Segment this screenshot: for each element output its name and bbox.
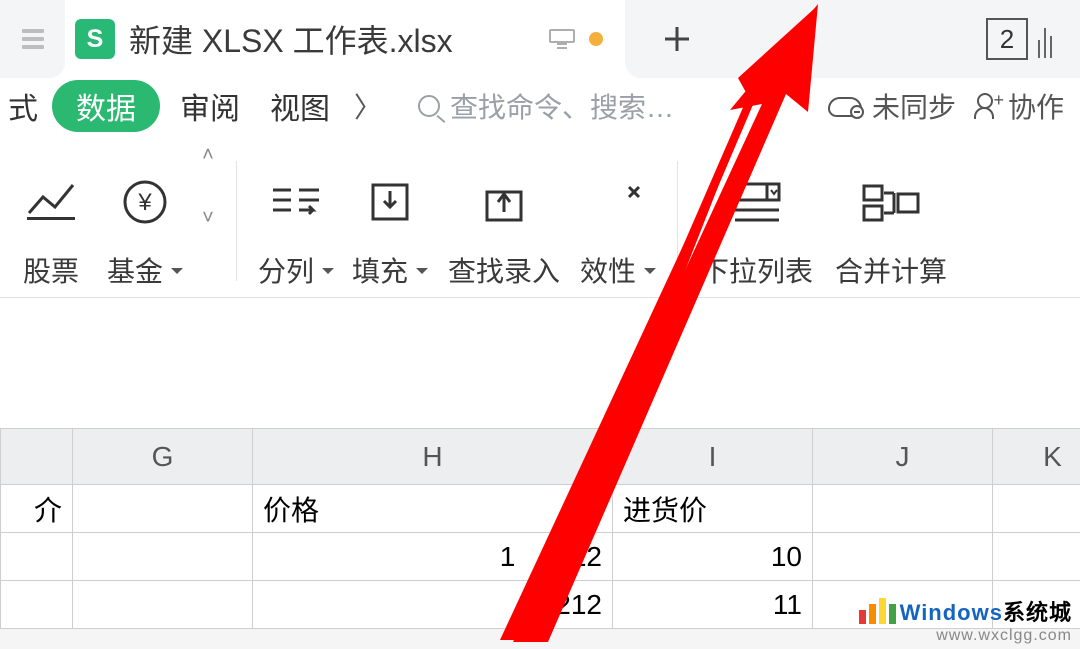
- command-search[interactable]: 查找命令、搜索…: [396, 86, 684, 126]
- fund-label: 基金: [107, 250, 183, 290]
- collaborate-button[interactable]: + 协作: [974, 86, 1064, 126]
- fill-button[interactable]: 填充: [345, 144, 435, 290]
- ribbon-divider: [677, 161, 678, 281]
- tab-data[interactable]: 数据: [52, 80, 160, 132]
- validity-label: 效性: [580, 250, 656, 290]
- dropdown-list-icon: [731, 172, 783, 232]
- sync-status[interactable]: 未同步: [828, 86, 956, 126]
- fill-label: 填充: [352, 250, 428, 290]
- sync-label: 未同步: [872, 86, 956, 126]
- window-list-icon[interactable]: [1038, 20, 1052, 58]
- cell[interactable]: [993, 485, 1080, 533]
- cell[interactable]: [1, 533, 73, 581]
- menu-bar: 式 数据 审阅 视图 〉 查找命令、搜索… 未同步 + 协作: [0, 78, 1080, 134]
- title-bar: S 新建 XLSX 工作表.xlsx 2: [0, 0, 1080, 78]
- find-input-label: 查找录入: [448, 250, 560, 290]
- window-count-indicator[interactable]: 2: [986, 18, 1028, 60]
- column-header[interactable]: [1, 429, 73, 485]
- cell[interactable]: [813, 485, 993, 533]
- column-header-row[interactable]: G H I J K: [1, 429, 1080, 485]
- plus-icon: [665, 27, 689, 51]
- split-column-button[interactable]: 分列: [251, 144, 341, 290]
- dropdown-list-label: 下拉列表: [701, 250, 813, 290]
- new-tab-button[interactable]: [647, 0, 707, 78]
- fill-icon: [367, 172, 413, 232]
- fund-button[interactable]: ¥ 基金: [100, 144, 190, 290]
- cloud-icon: [828, 95, 862, 117]
- ribbon: 股票 ¥ 基金 ˄ ˅ 分列 填充: [0, 134, 1080, 298]
- cell[interactable]: 10: [613, 533, 813, 581]
- formula-bar-area: [0, 298, 1080, 428]
- column-header-j[interactable]: J: [813, 429, 993, 485]
- validity-button[interactable]: 效性: [573, 144, 663, 290]
- column-header-k[interactable]: K: [993, 429, 1080, 485]
- svg-text:¥: ¥: [137, 189, 152, 216]
- chevron-up-icon: ˄: [202, 144, 214, 167]
- ribbon-scroll-buttons[interactable]: ˄ ˅: [194, 144, 222, 230]
- chevron-down-icon: ˅: [202, 207, 214, 230]
- cell[interactable]: 价格: [253, 485, 613, 533]
- cell[interactable]: [813, 581, 993, 629]
- column-header-g[interactable]: G: [73, 429, 253, 485]
- cell[interactable]: [1, 581, 73, 629]
- cell[interactable]: [73, 581, 253, 629]
- document-tab[interactable]: S 新建 XLSX 工作表.xlsx: [65, 0, 625, 78]
- cell[interactable]: [993, 581, 1080, 629]
- tab-review[interactable]: 审阅: [170, 84, 250, 128]
- cell[interactable]: [73, 485, 253, 533]
- column-header-h[interactable]: H: [253, 429, 613, 485]
- stock-button[interactable]: 股票: [6, 144, 96, 290]
- collab-label: 协作: [1008, 86, 1064, 126]
- more-tabs-button[interactable]: 〉: [350, 86, 386, 126]
- split-column-icon: [269, 172, 323, 232]
- stock-icon: [25, 172, 77, 232]
- cell[interactable]: .212: [253, 581, 613, 629]
- document-title: 新建 XLSX 工作表.xlsx: [129, 16, 453, 62]
- cell[interactable]: 11: [613, 581, 813, 629]
- merge-calc-button[interactable]: 合并计算: [826, 144, 956, 290]
- search-placeholder: 查找命令、搜索…: [450, 86, 674, 126]
- tab-view[interactable]: 视图: [260, 84, 340, 128]
- filetype-badge-icon: S: [75, 19, 115, 59]
- cell[interactable]: [73, 533, 253, 581]
- find-input-icon: [479, 172, 529, 232]
- table-row[interactable]: 1212 10: [1, 533, 1080, 581]
- split-column-label: 分列: [258, 250, 334, 290]
- hamburger-icon: [22, 37, 44, 41]
- merge-calc-icon: [862, 172, 920, 232]
- presentation-mode-icon[interactable]: [549, 29, 575, 49]
- fund-icon: ¥: [121, 172, 169, 232]
- table-row[interactable]: 介 价格 进货价: [1, 485, 1080, 533]
- collaborate-icon: +: [974, 93, 1000, 119]
- spreadsheet-grid[interactable]: G H I J K 介 价格 进货价 1212 10 .212: [0, 428, 1080, 629]
- cell[interactable]: 1212: [253, 533, 613, 581]
- find-input-button[interactable]: 查找录入: [439, 144, 569, 290]
- unsaved-indicator-icon: [589, 32, 603, 46]
- cell[interactable]: [813, 533, 993, 581]
- table-row[interactable]: .212 11: [1, 581, 1080, 629]
- watermark-url: www.wxclgg.com: [936, 627, 1072, 645]
- cell[interactable]: 进货价: [613, 485, 813, 533]
- dropdown-list-button[interactable]: 下拉列表: [692, 144, 822, 290]
- validity-icon: [595, 172, 641, 232]
- merge-calc-label: 合并计算: [835, 250, 947, 290]
- column-header-i[interactable]: I: [613, 429, 813, 485]
- app-menu-button[interactable]: [0, 37, 65, 41]
- search-icon: [418, 95, 440, 117]
- ribbon-divider: [236, 161, 237, 281]
- cell[interactable]: [993, 533, 1080, 581]
- cell[interactable]: 介: [1, 485, 73, 533]
- stock-label: 股票: [23, 250, 79, 290]
- tab-formula-fragment[interactable]: 式: [8, 84, 42, 128]
